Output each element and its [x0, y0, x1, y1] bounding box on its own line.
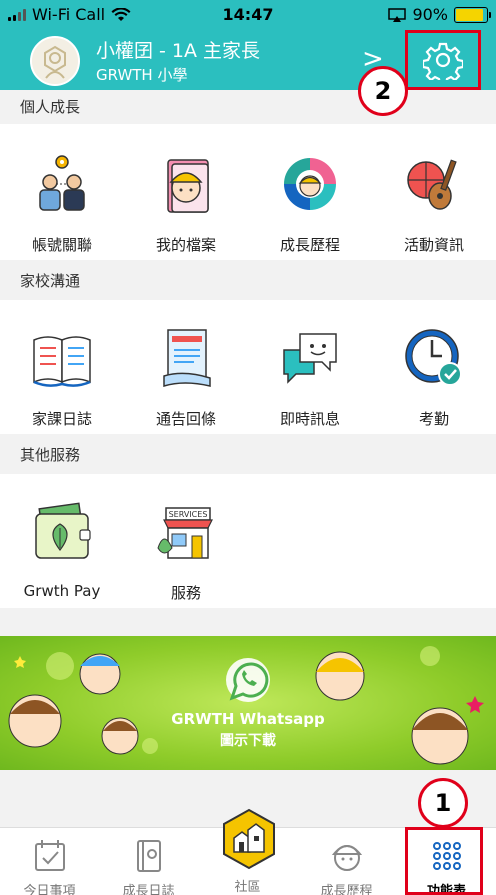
school-name: GRWTH 小學 [96, 66, 188, 84]
section-title-other-services: 其他服務 [0, 438, 496, 472]
growth-journey-icon [284, 158, 336, 210]
helmet-icon [331, 845, 362, 871]
activity-info-icon [407, 159, 457, 210]
menu-item-growth-journey[interactable]: 成長歷程 [248, 152, 372, 255]
battery-percent: 90% [412, 5, 448, 24]
menu-item-notice-reply[interactable]: 通告回條 [124, 326, 248, 429]
notice-reply-icon [163, 329, 211, 388]
whatsapp-promo-banner[interactable]: GRWTH Whatsapp 圖示下載 [0, 636, 496, 770]
menu-item-my-file[interactable]: 我的檔案 [124, 152, 248, 255]
section-other-services: Grwth Pay SERVICES 服務 [0, 474, 496, 608]
menu-item-label: 帳號關聯 [31, 236, 92, 254]
menu-item-label: 我的檔案 [155, 236, 216, 254]
section-title-personal-growth: 個人成長 [0, 90, 496, 124]
tab-growth-journal[interactable]: 成長日誌 [99, 828, 198, 895]
instant-message-icon [283, 333, 337, 384]
section-title-home-school: 家校溝通 [0, 264, 496, 298]
menu-item-homework-diary[interactable]: 家課日誌 [0, 326, 124, 429]
menu-item-label: Grwth Pay [23, 582, 101, 600]
calendar-check-icon [34, 840, 65, 871]
annotation-box-settings [405, 30, 481, 90]
user-avatar-icon [32, 38, 78, 84]
parent-name: 小權囝 - 1A 主家長 [96, 40, 261, 62]
section-personal-growth: 帳號關聯 我的檔案 成長歷程 活動資訊 [0, 124, 496, 260]
tab-growth-journey[interactable]: 成長歷程 [297, 828, 396, 895]
status-bar: Wi-Fi Call 14:47 90% [0, 0, 496, 30]
menu-item-instant-message[interactable]: 即時訊息 [248, 326, 372, 429]
screen-mirroring-icon [388, 7, 407, 22]
attendance-icon [405, 329, 462, 386]
menu-item-label: 服務 [170, 584, 201, 602]
menu-item-label: 活動資訊 [403, 236, 464, 254]
banner-subtitle: 圖示下載 [220, 733, 276, 749]
callout-one: 1 [418, 778, 468, 828]
account-link-icon [39, 155, 85, 211]
menu-item-label: 即時訊息 [279, 410, 340, 428]
menu-item-label: 成長歷程 [279, 236, 340, 254]
annotation-box-menu [405, 827, 483, 895]
tab-today[interactable]: 今日事項 [0, 828, 99, 895]
tab-label: 成長日誌 [122, 884, 175, 895]
menu-item-label: 家課日誌 [31, 410, 92, 428]
services-store-icon: SERVICES [157, 507, 213, 559]
menu-item-activity-info[interactable]: 活動資訊 [372, 152, 496, 255]
battery-icon [454, 6, 491, 23]
banner-title: GRWTH Whatsapp [171, 710, 325, 728]
section-home-school: 家課日誌 通告回條 即時訊息 考勤 [0, 300, 496, 434]
wallet-icon [35, 502, 91, 559]
journal-icon [136, 840, 161, 872]
services-sign-text: SERVICES [169, 510, 208, 519]
menu-item-account-link[interactable]: 帳號關聯 [0, 152, 124, 255]
menu-item-label: 通告回條 [155, 410, 216, 428]
tab-label: 成長歷程 [320, 884, 373, 895]
callout-two: 2 [358, 66, 408, 116]
menu-item-grwth-pay[interactable]: Grwth Pay [0, 500, 124, 600]
community-icon[interactable] [220, 808, 278, 870]
menu-item-services[interactable]: SERVICES 服務 [124, 500, 248, 603]
homework-diary-icon [33, 336, 91, 387]
tab-label: 社區 [234, 880, 261, 895]
my-file-icon [167, 159, 209, 213]
avatar[interactable] [30, 36, 80, 86]
tab-label: 今日事項 [23, 884, 76, 895]
menu-item-label: 考勤 [418, 410, 449, 428]
menu-item-attendance[interactable]: 考勤 [372, 326, 496, 429]
